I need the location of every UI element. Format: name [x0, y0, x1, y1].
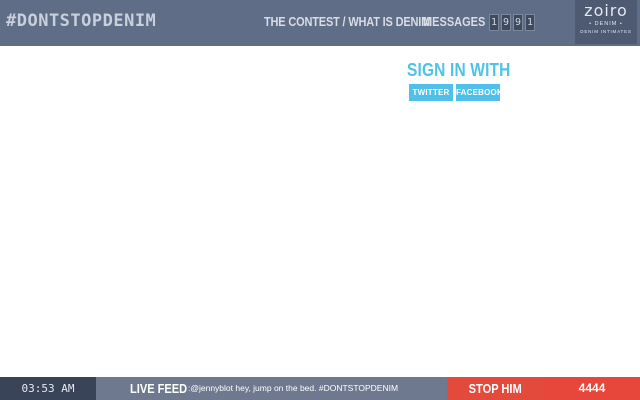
score-display: 4444	[544, 377, 640, 400]
stop-him-button[interactable]: STOP HIM	[447, 377, 544, 400]
clock-display: 03:53 AM	[0, 377, 96, 400]
main-nav: THE CONTEST / WHAT IS DENIM	[264, 15, 430, 29]
facebook-signin-button[interactable]: FACEBOOK	[456, 84, 503, 101]
counter-digit: 1	[489, 14, 499, 31]
hashtag-title[interactable]: #DONTSTOPDENIM	[6, 11, 156, 31]
counter-digit: 9	[501, 14, 511, 31]
message-counter: 1 9 9 1	[489, 14, 535, 31]
top-header: #DONTSTOPDENIM THE CONTEST / WHAT IS DEN…	[0, 0, 640, 46]
brand-logo[interactable]: zoiro • DENIM • DENIM INTIMATES	[575, 0, 637, 44]
live-feed-message: :@jennyblot hey, jump on the bed. #DONTS…	[188, 383, 399, 393]
counter-digit: 9	[513, 14, 523, 31]
nav-messages-link[interactable]: MESSAGES	[423, 15, 485, 29]
nav-what-is-denim-link[interactable]: WHAT IS DENIM	[348, 15, 430, 29]
logo-name: zoiro	[584, 1, 628, 20]
footer-bar: 03:53 AM LIVE FEED :@jennyblot hey, jump…	[0, 377, 640, 400]
counter-digit: 1	[525, 14, 535, 31]
logo-line1: • DENIM •	[589, 21, 623, 27]
nav-the-contest-link[interactable]: THE CONTEST	[264, 15, 340, 29]
live-feed-label: LIVE FEED	[130, 381, 188, 396]
twitter-signin-button[interactable]: TWITTER	[409, 84, 453, 101]
logo-line2: DENIM INTIMATES	[580, 29, 632, 34]
stop-him-label: STOP HIM	[468, 381, 523, 396]
live-feed: LIVE FEED :@jennyblot hey, jump on the b…	[96, 377, 447, 400]
sign-in-heading: SIGN IN WITH	[407, 60, 511, 80]
nav-separator: /	[339, 15, 349, 29]
